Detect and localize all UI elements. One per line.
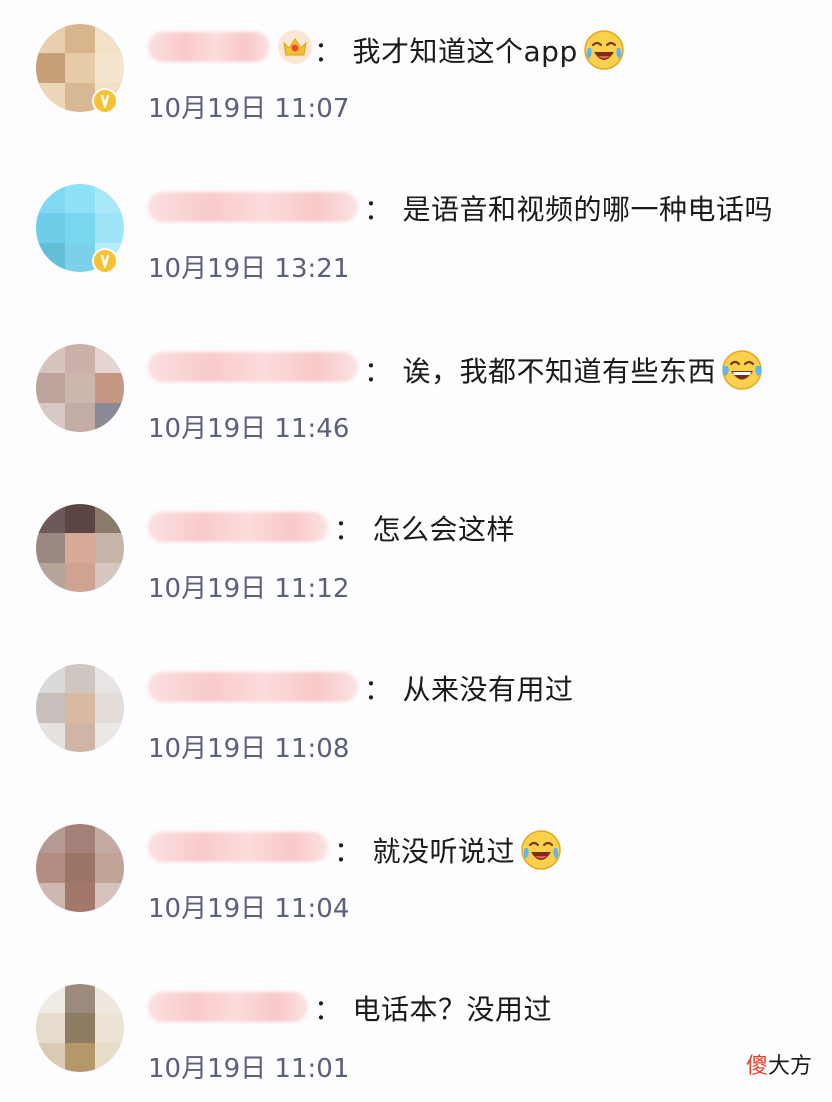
timestamp: 10月19日 11:07 xyxy=(148,94,350,124)
colon: ： xyxy=(364,193,393,226)
avatar[interactable] xyxy=(36,344,124,432)
timestamp: 10月19日 11:08 xyxy=(148,734,350,764)
comment-item: ： 是语音和视频的哪一种电话吗 10月19日 13:21 xyxy=(0,184,832,304)
watermark-text: 大方 xyxy=(767,1054,812,1079)
timestamp: 10月19日 11:04 xyxy=(148,894,350,924)
comment-text: 我才知道这个app xyxy=(352,35,578,68)
comment-text: 就没听说过 xyxy=(372,835,516,868)
laughing-crying-emoji-icon xyxy=(521,830,561,870)
username-redacted[interactable] xyxy=(148,32,270,62)
vip-badge-icon xyxy=(92,88,118,114)
comment-text: 怎么会这样 xyxy=(372,513,516,546)
timestamp: 10月19日 11:12 xyxy=(148,574,350,604)
colon: ： xyxy=(334,835,363,868)
laughing-crying-emoji-icon xyxy=(583,30,624,70)
comment-text-line: ： 电话本？没用过 xyxy=(314,988,552,1028)
crown-icon xyxy=(278,30,312,64)
comment-text-line: ： 诶，我都不知道有些东西 xyxy=(364,348,764,392)
avatar[interactable] xyxy=(36,984,124,1072)
username-redacted[interactable] xyxy=(148,672,358,702)
comment-text: 电话本？没用过 xyxy=(352,993,553,1026)
username-redacted[interactable] xyxy=(148,352,358,382)
comment-text: 从来没有用过 xyxy=(402,673,574,706)
comment-item: ： 电话本？没用过 10月19日 11:01 xyxy=(0,984,832,1102)
comment-item: ： 就没听说过 10月19日 11:04 xyxy=(0,824,832,944)
colon: ： xyxy=(314,35,343,68)
colon: ： xyxy=(364,673,393,706)
avatar[interactable] xyxy=(36,664,124,752)
comment-text-line: ： 就没听说过 xyxy=(334,828,563,872)
username-redacted[interactable] xyxy=(148,192,358,222)
comment-text: 诶，我都不知道有些东西 xyxy=(402,355,717,388)
timestamp: 10月19日 11:01 xyxy=(148,1054,350,1084)
avatar[interactable] xyxy=(36,824,124,912)
tears-of-joy-emoji-icon xyxy=(722,350,762,390)
comment-text-line: ： 从来没有用过 xyxy=(364,668,574,708)
comment-item: ： 诶，我都不知道有些东西 10月19日 11:46 xyxy=(0,344,832,464)
comment-item: ： 怎么会这样 10月19日 11:12 xyxy=(0,504,832,624)
avatar[interactable] xyxy=(36,504,124,592)
username-redacted[interactable] xyxy=(148,832,328,862)
username-redacted[interactable] xyxy=(148,512,328,542)
colon: ： xyxy=(334,513,363,546)
watermark-accent: 傻 xyxy=(745,1054,768,1079)
timestamp: 10月19日 11:46 xyxy=(148,414,350,444)
comment-text-line: ： 怎么会这样 xyxy=(334,508,515,548)
colon: ： xyxy=(314,993,343,1026)
comment-feed: ： 我才知道这个app 10月19日 11:07 ： 是语音和视频的哪一种电话吗… xyxy=(0,0,832,1102)
comment-item: ： 从来没有用过 10月19日 11:08 xyxy=(0,664,832,784)
comment-text-line: ： 我才知道这个app xyxy=(314,28,626,72)
vip-badge-icon xyxy=(92,248,118,274)
colon: ： xyxy=(364,355,393,388)
comment-text: 是语音和视频的哪一种电话吗 xyxy=(402,193,774,226)
timestamp: 10月19日 13:21 xyxy=(148,254,350,284)
username-redacted[interactable] xyxy=(148,992,308,1022)
comment-text-line: ： 是语音和视频的哪一种电话吗 xyxy=(364,188,773,228)
comment-item: ： 我才知道这个app 10月19日 11:07 xyxy=(0,24,832,144)
watermark: 傻大方 xyxy=(746,1048,812,1080)
